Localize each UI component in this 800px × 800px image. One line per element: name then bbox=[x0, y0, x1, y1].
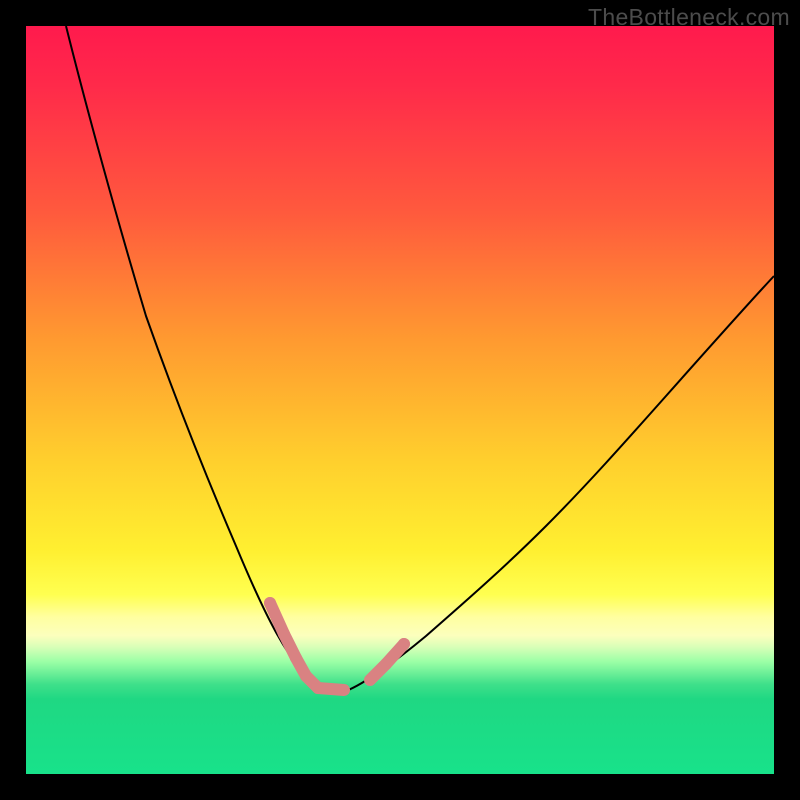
curve-svg bbox=[26, 26, 774, 774]
marker-group bbox=[264, 597, 410, 690]
chart-plot-area bbox=[26, 26, 774, 774]
marker-dot bbox=[398, 638, 410, 650]
marker-seg bbox=[318, 688, 344, 690]
marker-dot bbox=[264, 597, 276, 609]
watermark-text: TheBottleneck.com bbox=[588, 4, 790, 31]
curve-left-branch bbox=[66, 26, 322, 691]
curve-right-branch bbox=[346, 276, 774, 691]
